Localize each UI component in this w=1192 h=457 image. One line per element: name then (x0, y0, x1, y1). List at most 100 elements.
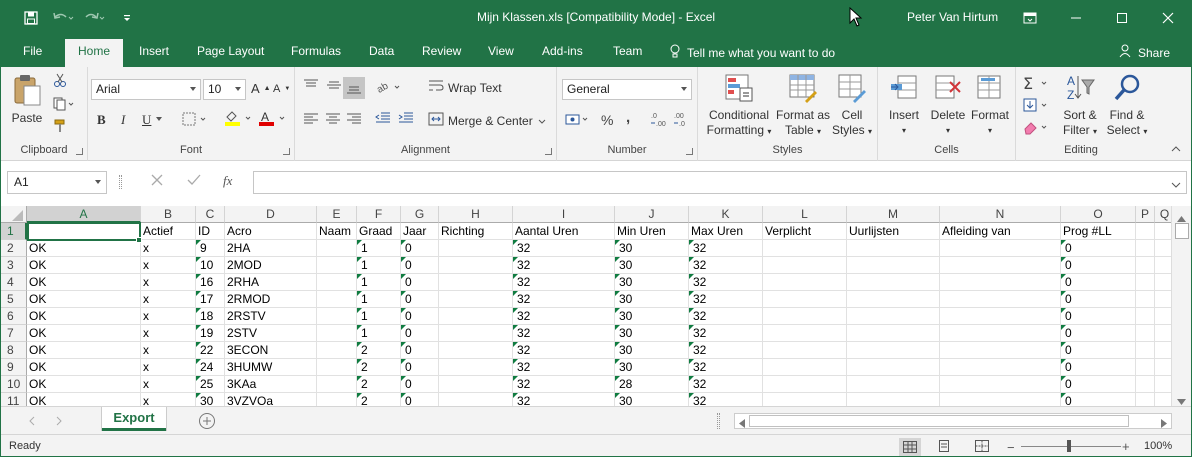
table-cell[interactable]: 24 (196, 359, 225, 376)
table-cell[interactable]: 1 (357, 291, 401, 308)
table-cell[interactable]: 0 (1061, 240, 1136, 257)
conditional-formatting-button[interactable]: Conditional Formatting ▾ (704, 72, 774, 139)
table-cell[interactable] (1155, 342, 1171, 359)
table-cell[interactable] (1155, 359, 1171, 376)
table-cell[interactable]: 32 (689, 240, 763, 257)
table-cell[interactable] (1155, 240, 1171, 257)
table-cell[interactable] (317, 325, 357, 342)
table-cell[interactable]: 0 (1061, 291, 1136, 308)
table-cell[interactable] (1155, 291, 1171, 308)
table-cell[interactable] (1155, 393, 1171, 406)
table-cell[interactable]: 32 (513, 359, 615, 376)
cancel-entry-icon[interactable] (151, 174, 163, 189)
tab-file[interactable]: File (23, 44, 42, 58)
table-cell[interactable]: 0 (401, 359, 439, 376)
table-cell[interactable]: x (141, 257, 196, 274)
table-cell[interactable]: 32 (513, 274, 615, 291)
table-cell[interactable]: 0 (1061, 274, 1136, 291)
table-cell[interactable]: 32 (513, 257, 615, 274)
table-cell[interactable]: 2RHA (225, 274, 317, 291)
column-header-o[interactable]: O (1061, 206, 1136, 223)
table-cell[interactable]: 3KAa (225, 376, 317, 393)
italic-button[interactable]: I (121, 112, 125, 128)
tab-split-handle[interactable] (717, 413, 720, 429)
table-cell[interactable]: 1 (357, 325, 401, 342)
table-cell[interactable]: 0 (1061, 308, 1136, 325)
table-cell[interactable]: 0 (401, 257, 439, 274)
table-cell[interactable] (317, 376, 357, 393)
header-cell[interactable]: Verplicht (763, 223, 847, 240)
table-cell[interactable]: 3HUMW (225, 359, 317, 376)
table-cell[interactable]: 0 (1061, 325, 1136, 342)
wrap-text-button[interactable]: Wrap Text (428, 79, 502, 96)
table-cell[interactable]: OK (27, 240, 141, 257)
worksheet-grid[interactable]: ABCDEFGHIJKLMNOPQ 1 2 3 4 5 6 7 8 9 10 11 Actief ID… (1, 206, 1171, 406)
header-cell[interactable]: Afleiding van (940, 223, 1061, 240)
table-cell[interactable]: OK (27, 274, 141, 291)
row-header[interactable]: 2 (1, 240, 27, 257)
table-cell[interactable] (439, 274, 513, 291)
table-cell[interactable] (317, 257, 357, 274)
table-cell[interactable]: 0 (1061, 359, 1136, 376)
table-cell[interactable] (1155, 257, 1171, 274)
header-cell[interactable]: Graad (357, 223, 401, 240)
table-cell[interactable]: 10 (196, 257, 225, 274)
horizontal-scroll-thumb[interactable] (749, 415, 1129, 427)
table-cell[interactable] (847, 393, 940, 406)
tab-page-layout[interactable]: Page Layout (197, 44, 264, 58)
table-cell[interactable]: 1 (357, 257, 401, 274)
table-cell[interactable] (940, 376, 1061, 393)
table-cell[interactable] (439, 393, 513, 406)
align-middle-icon[interactable] (326, 79, 342, 91)
zoom-slider-track[interactable] (1021, 446, 1121, 447)
table-cell[interactable] (847, 291, 940, 308)
new-sheet-icon[interactable] (198, 412, 216, 433)
ribbon-display-options-icon[interactable] (1007, 1, 1053, 35)
row-header[interactable]: 9 (1, 359, 27, 376)
zoom-in-icon[interactable]: + (1122, 439, 1130, 454)
table-cell[interactable]: 0 (401, 376, 439, 393)
table-cell[interactable]: 32 (689, 274, 763, 291)
table-cell[interactable]: 1 (357, 240, 401, 257)
comma-style-button[interactable]: , (626, 109, 630, 126)
sort-filter-button[interactable]: AZ Sort & Filter ▾ (1056, 72, 1104, 139)
table-cell[interactable]: 2 (357, 393, 401, 406)
sheet-scroll-left-icon[interactable] (29, 415, 35, 429)
header-cell[interactable]: Jaar (401, 223, 439, 240)
table-cell[interactable]: OK (27, 342, 141, 359)
table-cell[interactable]: 30 (615, 274, 689, 291)
table-cell[interactable]: 0 (1061, 257, 1136, 274)
header-cell[interactable]: Aantal Uren (513, 223, 615, 240)
table-cell[interactable] (763, 291, 847, 308)
table-cell[interactable]: 0 (401, 291, 439, 308)
table-cell[interactable]: 1 (357, 308, 401, 325)
font-color-icon[interactable]: A (258, 110, 288, 126)
table-cell[interactable]: 3ECON (225, 342, 317, 359)
table-cell[interactable] (439, 359, 513, 376)
table-cell[interactable]: 2MOD (225, 257, 317, 274)
table-cell[interactable] (940, 308, 1061, 325)
table-cell[interactable] (439, 240, 513, 257)
table-cell[interactable]: 0 (1061, 376, 1136, 393)
table-cell[interactable]: 30 (615, 359, 689, 376)
table-cell[interactable]: 0 (1061, 342, 1136, 359)
table-cell[interactable]: 2RMOD (225, 291, 317, 308)
table-cell[interactable]: 0 (401, 308, 439, 325)
table-cell[interactable]: OK (27, 325, 141, 342)
table-cell[interactable]: OK (27, 376, 141, 393)
column-header-n[interactable]: N (940, 206, 1061, 223)
table-cell[interactable]: 30 (615, 240, 689, 257)
table-cell[interactable] (763, 376, 847, 393)
header-cell[interactable]: ID (196, 223, 225, 240)
table-cell[interactable] (1136, 393, 1155, 406)
column-header-d[interactable]: D (225, 206, 317, 223)
table-cell[interactable]: 17 (196, 291, 225, 308)
table-cell[interactable]: 16 (196, 274, 225, 291)
column-header-j[interactable]: J (615, 206, 689, 223)
table-cell[interactable]: 32 (689, 308, 763, 325)
table-cell[interactable] (940, 325, 1061, 342)
tab-home[interactable]: Home (65, 39, 123, 67)
table-cell[interactable] (763, 308, 847, 325)
table-cell[interactable] (1136, 342, 1155, 359)
column-header-e[interactable]: E (317, 206, 357, 223)
